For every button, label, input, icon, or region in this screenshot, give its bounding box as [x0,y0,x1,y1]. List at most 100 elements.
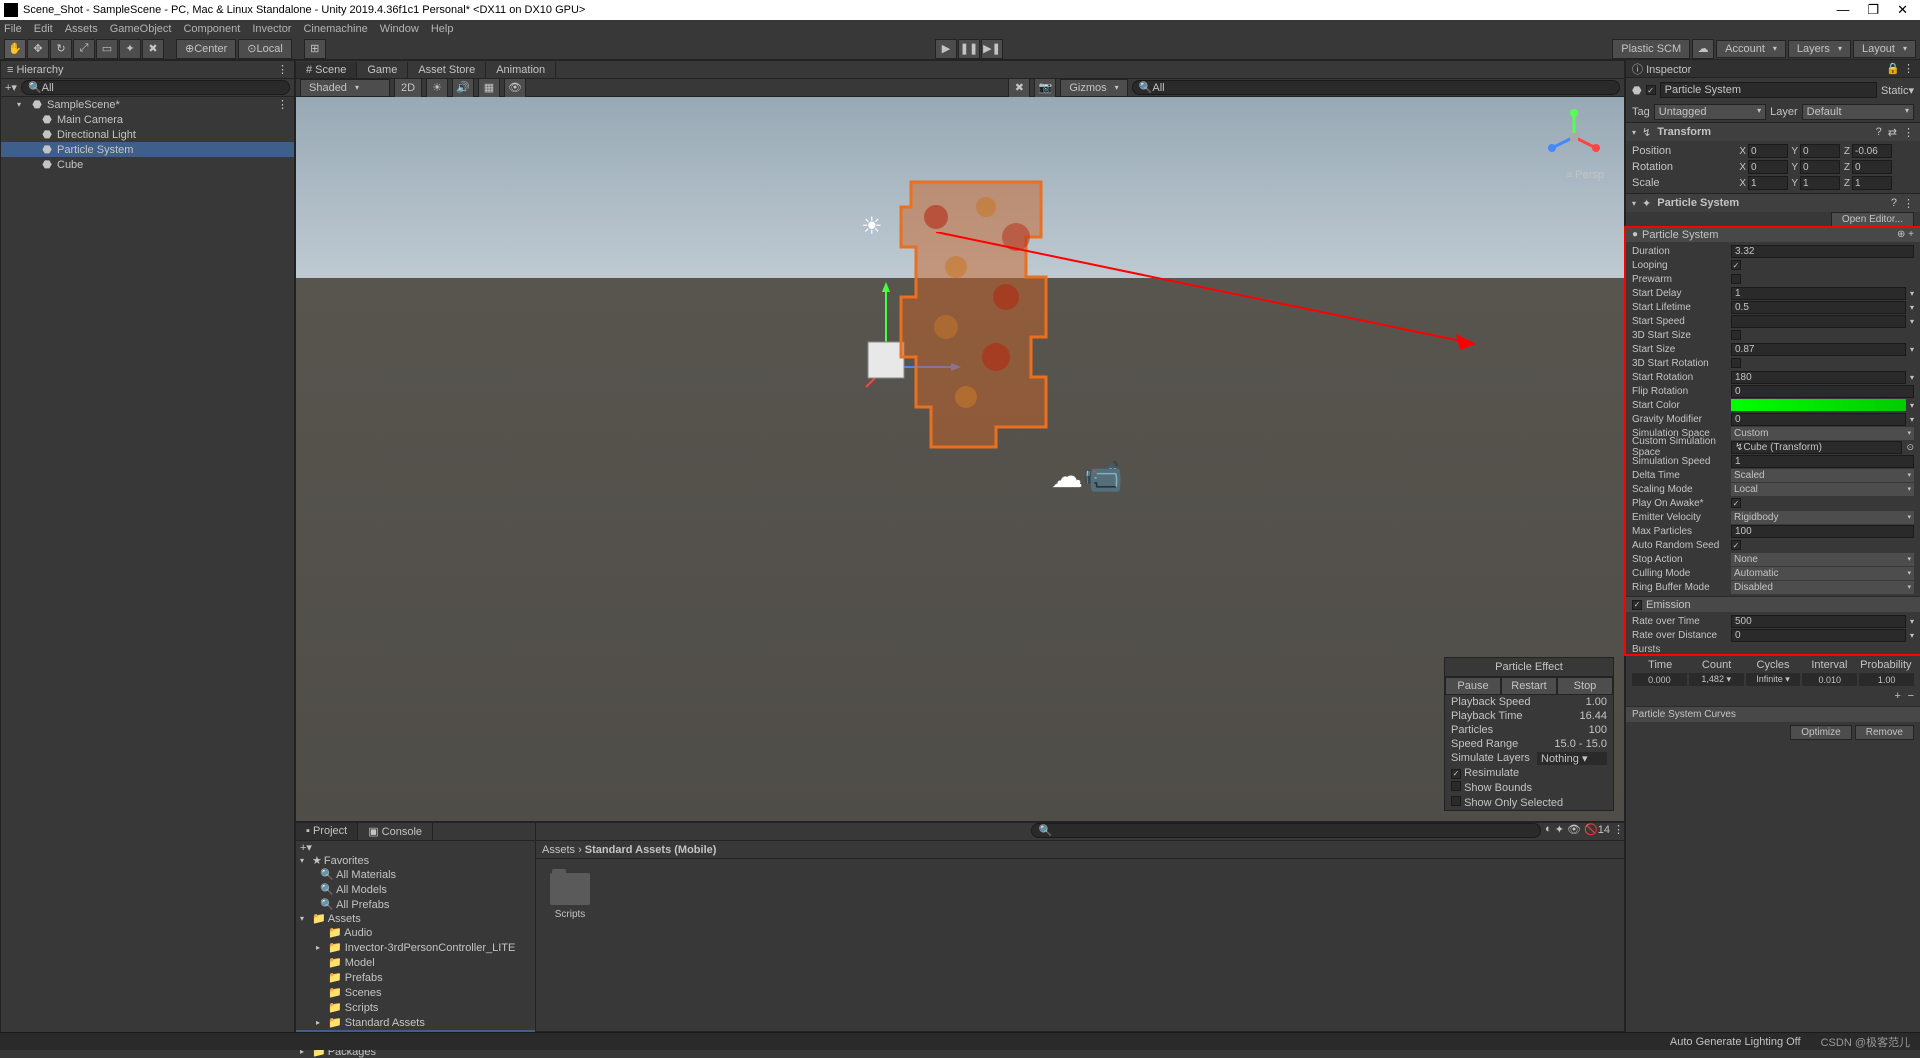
pause-particle-button[interactable]: Pause [1445,677,1501,695]
favorite-filter-icon[interactable]: ✦ [1555,823,1564,840]
folder-item[interactable]: ▸📁 Invector-3rdPersonController_LITE [296,940,535,955]
layers-dropdown[interactable]: Layers [1788,40,1851,58]
scene-viewport[interactable]: ☀ ☁📹 [296,97,1624,821]
hierarchy-search[interactable]: 🔍 All [21,80,290,95]
hierarchy-tab[interactable]: ≡ Hierarchy [7,64,64,76]
account-dropdown[interactable]: Account [1716,40,1786,58]
scene-tab[interactable]: Game [357,62,408,78]
rotate-tool[interactable]: ↻ [50,39,72,59]
prop-dropdown[interactable]: Rigidbody [1731,511,1914,524]
favorite-item[interactable]: 🔍 All Prefabs [296,897,535,912]
assets-folder[interactable]: ▾📁 Assets [296,912,535,925]
hierarchy-item[interactable]: ⬣Particle System [1,142,294,157]
inspector-tab[interactable]: ⓘ Inspector [1632,61,1691,77]
create-dropdown[interactable]: +▾ [5,81,17,94]
gameobject-name-field[interactable]: Particle System [1660,82,1877,98]
fx-toggle[interactable]: ▦ [478,78,500,98]
scale-y[interactable] [1800,176,1840,190]
orientation-gizmo[interactable] [1544,107,1604,167]
menu-gameobject[interactable]: GameObject [110,23,172,35]
help-icon[interactable]: ? [1876,126,1882,138]
scene-tab[interactable]: Asset Store [408,62,486,78]
show-bounds-checkbox[interactable]: Show Bounds [1451,781,1532,794]
scale-x[interactable] [1748,176,1788,190]
gizmos-dropdown[interactable]: Gizmos [1060,79,1127,97]
prop-field[interactable]: 180 [1731,371,1906,384]
prop-dropdown[interactable]: Disabled [1731,581,1914,594]
prop-dropdown[interactable]: Local [1731,483,1914,496]
prop-field[interactable]: 0.5 [1731,301,1906,314]
layout-dropdown[interactable]: Layout [1853,40,1916,58]
burst-cell[interactable]: 0.010 [1802,673,1857,686]
hierarchy-item[interactable]: ⬣Main Camera [1,112,294,127]
shading-mode[interactable]: Shaded [300,79,390,97]
breadcrumb[interactable]: Assets › Standard Assets (Mobile) [536,841,1624,859]
prop-field[interactable]: 100 [1731,525,1914,538]
curves-header[interactable]: Particle System Curves [1626,706,1920,722]
prop-field[interactable]: 1 [1731,287,1906,300]
menu-help[interactable]: Help [431,23,454,35]
hidden-filter-icon[interactable]: 👁 [1567,823,1581,840]
rate-over-distance-field[interactable]: 0 [1731,629,1906,642]
menu-cinemachine[interactable]: Cinemachine [303,23,367,35]
custom-tool[interactable]: ✖ [142,39,164,59]
open-editor-button[interactable]: Open Editor... [1831,212,1914,227]
remove-button[interactable]: Remove [1855,725,1914,740]
tag-dropdown[interactable]: Untagged [1654,104,1766,120]
prop-field[interactable]: 0 [1731,413,1906,426]
folder-item-scripts[interactable]: Scripts [550,873,590,920]
prop-field[interactable] [1731,315,1906,328]
remove-burst-button[interactable]: − [1908,690,1914,702]
prop-dropdown[interactable]: None [1731,553,1914,566]
rot-z[interactable] [1852,160,1892,174]
snap-toggle[interactable]: ⊞ [304,39,326,59]
prop-field[interactable]: 3.32 [1731,245,1914,258]
rate-over-time-field[interactable]: 500 [1731,615,1906,628]
prop-field[interactable]: 1 [1731,455,1914,468]
menu-icon[interactable]: ⋮ [1903,197,1914,210]
layer-dropdown[interactable]: Default [1802,104,1914,120]
hand-tool[interactable]: ✋ [4,39,26,59]
object-field[interactable]: ↯Cube (Transform) [1731,441,1902,454]
cloud-button[interactable]: ☁ [1692,39,1714,59]
rot-y[interactable] [1800,160,1840,174]
burst-cell[interactable]: 1.00 [1859,673,1914,686]
scene-tab[interactable]: # Scene [296,62,357,78]
plastic-scm-button[interactable]: Plastic SCM [1612,39,1690,59]
scale-z[interactable] [1852,176,1892,190]
menu-icon[interactable]: ⋮ [1903,126,1914,139]
simulate-layers-dropdown[interactable]: Nothing ▾ [1537,752,1607,765]
folder-item[interactable]: ▸📁 Standard Assets [296,1015,535,1030]
step-button[interactable]: ▶❚ [981,39,1003,59]
rect-tool[interactable]: ▭ [96,39,118,59]
lighting-status[interactable]: Auto Generate Lighting Off [1670,1036,1801,1048]
stop-particle-button[interactable]: Stop [1557,677,1613,695]
burst-cell[interactable]: 1,482 ▾ [1689,673,1744,686]
emission-module-header[interactable]: ✓ Emission [1626,596,1920,612]
panel-menu-icon[interactable]: ⋮ [277,63,288,76]
resimulate-checkbox[interactable]: ✓ Resimulate [1451,767,1519,779]
folder-item[interactable]: 📁 Prefabs [296,970,535,985]
audio-toggle[interactable]: 🔊 [452,78,474,98]
play-button[interactable]: ▶ [935,39,957,59]
transform-tool[interactable]: ✦ [119,39,141,59]
prop-dropdown[interactable]: Automatic [1731,567,1914,580]
menu-window[interactable]: Window [380,23,419,35]
hierarchy-item[interactable]: ⬣Directional Light [1,127,294,142]
asset-grid[interactable]: Scripts [536,859,1624,934]
ps-main-module-header[interactable]: ● Particle System⊕ + [1626,226,1920,242]
favorite-item[interactable]: 🔍 All Models [296,882,535,897]
scene-tab[interactable]: Animation [486,62,556,78]
pivot-rotation[interactable]: ⊙Local [238,39,292,59]
folder-item[interactable]: 📁 Scripts [296,1000,535,1015]
preset-icon[interactable]: ⇄ [1888,126,1897,139]
prop-field[interactable]: 0.87 [1731,343,1906,356]
prop-checkbox[interactable]: ✓ [1731,260,1741,270]
pos-y[interactable] [1800,144,1840,158]
menu-component[interactable]: Component [183,23,240,35]
menu-file[interactable]: File [4,23,22,35]
close-button[interactable]: ✕ [1897,2,1908,18]
mode-2d-toggle[interactable]: 2D [394,78,422,98]
create-asset-dropdown[interactable]: +▾ [296,841,535,854]
prop-dropdown[interactable]: Scaled [1731,469,1914,482]
